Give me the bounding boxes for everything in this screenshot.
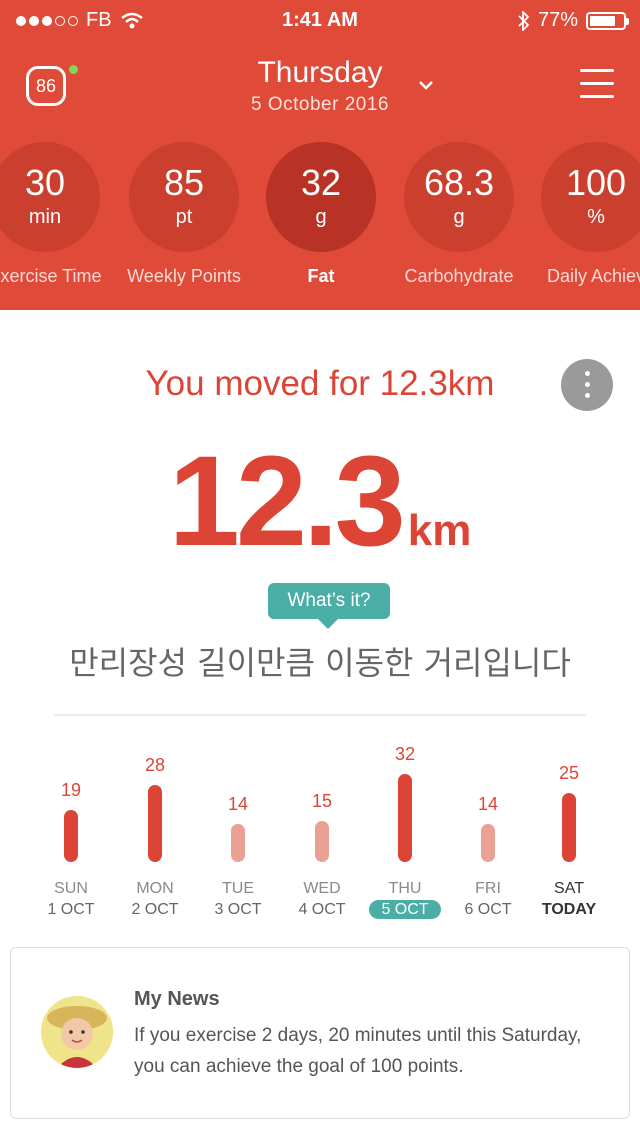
day-name: TUE bbox=[222, 880, 254, 897]
bar-value-label: 28 bbox=[144, 755, 166, 775]
bar bbox=[315, 820, 329, 862]
bar bbox=[64, 809, 78, 862]
metric-label: Carbohydrate bbox=[404, 266, 514, 286]
day-title[interactable]: Thursday bbox=[0, 56, 640, 90]
menu-icon[interactable] bbox=[580, 69, 614, 101]
distance-caption: 만리장성 길이만큼 이동한 거리입니다 bbox=[69, 644, 571, 682]
day-column[interactable]: 32 THU 5 OCT bbox=[365, 740, 445, 930]
moved-title: You moved for 12.3km bbox=[145, 364, 495, 403]
bar-value-label: 14 bbox=[227, 793, 249, 814]
day-name: SAT bbox=[554, 880, 584, 897]
day-date: 3 OCT bbox=[214, 901, 262, 918]
metric-unit: g bbox=[453, 206, 465, 228]
day-date: TODAY bbox=[541, 901, 597, 918]
weekly-chart: 19 SUN 1 OCT 28 MON 2 OCT 14 TUE 3 OCT 1… bbox=[0, 740, 640, 930]
avatar bbox=[41, 996, 113, 1068]
battery-icon bbox=[586, 11, 629, 30]
bar-value-label: 15 bbox=[311, 790, 333, 811]
metric-value: 85 bbox=[163, 162, 205, 203]
bar-value-label: 25 bbox=[558, 763, 580, 784]
metric-label: Weekly Points bbox=[127, 266, 241, 286]
distance-unit: km bbox=[407, 506, 472, 555]
day-name: FRI bbox=[475, 880, 501, 897]
status-right: 77% bbox=[518, 9, 629, 32]
day-name: MON bbox=[136, 880, 174, 897]
metric-label: Fat bbox=[307, 266, 335, 286]
bar bbox=[148, 785, 162, 862]
metric-value: 30 bbox=[24, 162, 66, 203]
bar-value-label: 14 bbox=[477, 793, 499, 814]
day-column[interactable]: 19 SUN 1 OCT bbox=[31, 740, 111, 930]
news-title: My News bbox=[134, 988, 220, 1010]
battery-percent: 77% bbox=[537, 9, 578, 31]
metric-exercise-time[interactable]: 30 min Exercise Time bbox=[0, 142, 120, 287]
whats-it-tooltip-button[interactable]: What’s it? bbox=[268, 583, 390, 629]
metric-value: 68.3 bbox=[423, 162, 495, 203]
distance-value: 12.3 bbox=[168, 430, 406, 573]
bar-value-label: 19 bbox=[60, 779, 82, 800]
day-column[interactable]: 25 SAT TODAY bbox=[529, 740, 609, 930]
day-name: SUN bbox=[54, 880, 88, 897]
more-options-button[interactable] bbox=[561, 359, 613, 411]
metric-unit: min bbox=[28, 206, 62, 228]
metric-label: Exercise Time bbox=[0, 266, 102, 286]
header: FB 1:41 AM 77% 86 Thursday 5 October 201… bbox=[0, 0, 640, 310]
news-card[interactable]: My News If you exercise 2 days, 20 minut… bbox=[10, 947, 630, 1119]
divider bbox=[54, 714, 586, 716]
bar-value-label: 32 bbox=[394, 744, 416, 764]
metric-unit: g bbox=[315, 206, 327, 228]
day-name: WED bbox=[303, 880, 341, 897]
bar bbox=[562, 793, 576, 862]
metric-unit: % bbox=[587, 206, 605, 228]
day-column[interactable]: 14 FRI 6 OCT bbox=[448, 740, 528, 930]
chevron-down-icon[interactable] bbox=[418, 78, 434, 94]
metric-carbohydrate[interactable]: 68.3 g Carbohydrate bbox=[384, 142, 534, 287]
day-date: 2 OCT bbox=[131, 901, 179, 918]
day-date: 5 OCT bbox=[365, 900, 445, 919]
metric-weekly-points[interactable]: 85 pt Weekly Points bbox=[109, 142, 259, 287]
day-date: 4 OCT bbox=[298, 901, 346, 918]
bar bbox=[481, 823, 495, 862]
metric-value: 32 bbox=[300, 162, 342, 203]
bar bbox=[231, 823, 245, 862]
metric-daily-achievement[interactable]: 100% Daily Achiev bbox=[521, 142, 640, 287]
bar bbox=[398, 774, 412, 862]
day-date: 6 OCT bbox=[464, 901, 512, 918]
day-date: 1 OCT bbox=[47, 901, 95, 918]
metrics-row: 30 min Exercise Time 85 pt Weekly Points 3… bbox=[0, 142, 640, 292]
metric-unit: pt bbox=[175, 206, 193, 228]
day-column[interactable]: 14 TUE 3 OCT bbox=[198, 740, 278, 930]
distance-display: 12.3 km bbox=[0, 428, 640, 575]
bluetooth-icon bbox=[518, 10, 530, 31]
metric-label: Daily Achiev bbox=[546, 266, 640, 286]
metric-fat[interactable]: 32 g Fat bbox=[246, 142, 396, 287]
day-name: THU bbox=[388, 880, 422, 897]
day-column[interactable]: 28 MON 2 OCT bbox=[115, 740, 195, 930]
day-column[interactable]: 15 WED 4 OCT bbox=[282, 740, 362, 930]
status-bar: FB 1:41 AM 77% bbox=[0, 0, 640, 40]
date-subtitle[interactable]: 5 October 2016 bbox=[0, 94, 640, 116]
metric-value: 100 bbox=[565, 162, 627, 203]
news-body: If you exercise 2 days, 20 minutes until… bbox=[134, 1025, 582, 1077]
